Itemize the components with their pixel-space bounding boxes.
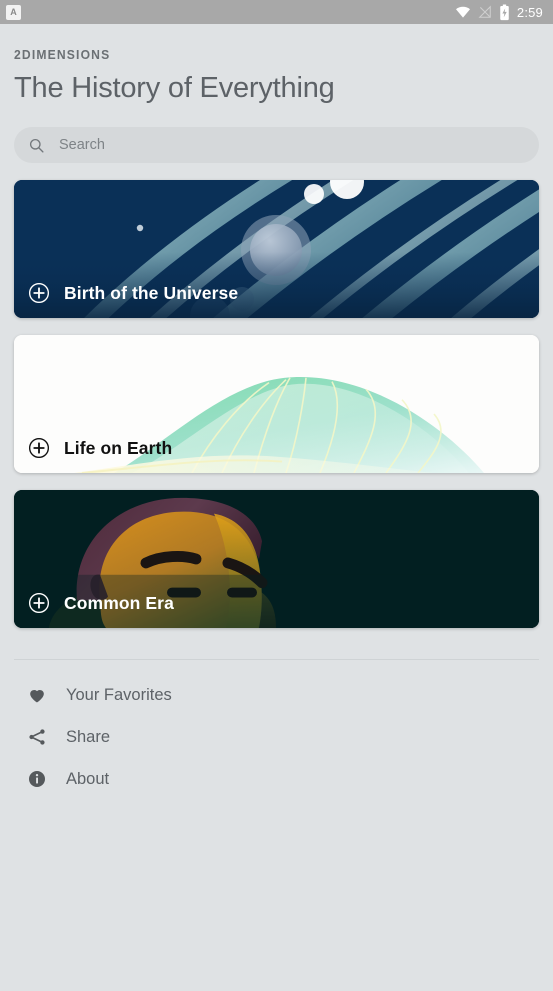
menu-item-your-favorites[interactable]: Your Favorites [14,674,539,716]
cellular-signal-off-icon [478,5,491,18]
circle-plus-icon[interactable] [28,437,50,459]
menu-divider [14,659,539,660]
menu-item-label: About [66,769,110,788]
card-label-life-on-earth: Life on Earth [28,437,172,459]
card-label-common-era: Common Era [28,592,174,614]
status-bar: A 2:59 [0,0,553,24]
card-title: Birth of the Universe [64,282,239,303]
card-title: Common Era [64,592,174,613]
main-menu: Your Favorites Share About [14,674,539,800]
page-content: 2DIMENSIONS The History of Everything Se… [0,48,553,800]
app-notification-icon-glyph: A [10,6,17,17]
menu-item-share[interactable]: Share [14,716,539,758]
battery-charging-icon [500,3,509,20]
heart-icon [30,689,44,703]
info-icon [29,771,45,787]
card-life-on-earth[interactable]: Life on Earth [14,335,539,473]
card-title: Life on Earth [64,437,173,458]
status-bar-left: A [6,4,21,20]
card-birth-of-the-universe[interactable]: Birth of the Universe [14,180,539,318]
circle-plus-icon[interactable] [28,592,50,614]
page-title: The History of Everything [14,72,335,104]
search-placeholder: Search [59,137,105,153]
share-icon [29,729,45,745]
circle-plus-icon[interactable] [28,282,50,304]
menu-item-about[interactable]: About [14,758,539,800]
search-input[interactable]: Search [14,127,539,163]
menu-item-label: Share [66,727,111,746]
status-bar-clock: 2:59 [516,4,543,20]
card-label-birth-of-the-universe: Birth of the Universe [28,282,238,304]
app-notification-icon: A [6,4,21,20]
search-icon [29,138,44,153]
menu-item-label: Your Favorites [66,685,172,704]
card-list: Birth of the Universe Life on Earth Comm… [14,180,539,628]
brand-logo: 2DIMENSIONS [14,48,111,62]
card-common-era[interactable]: Common Era [14,490,539,628]
status-bar-right: 2:59 [455,3,543,21]
wifi-icon [455,6,470,18]
